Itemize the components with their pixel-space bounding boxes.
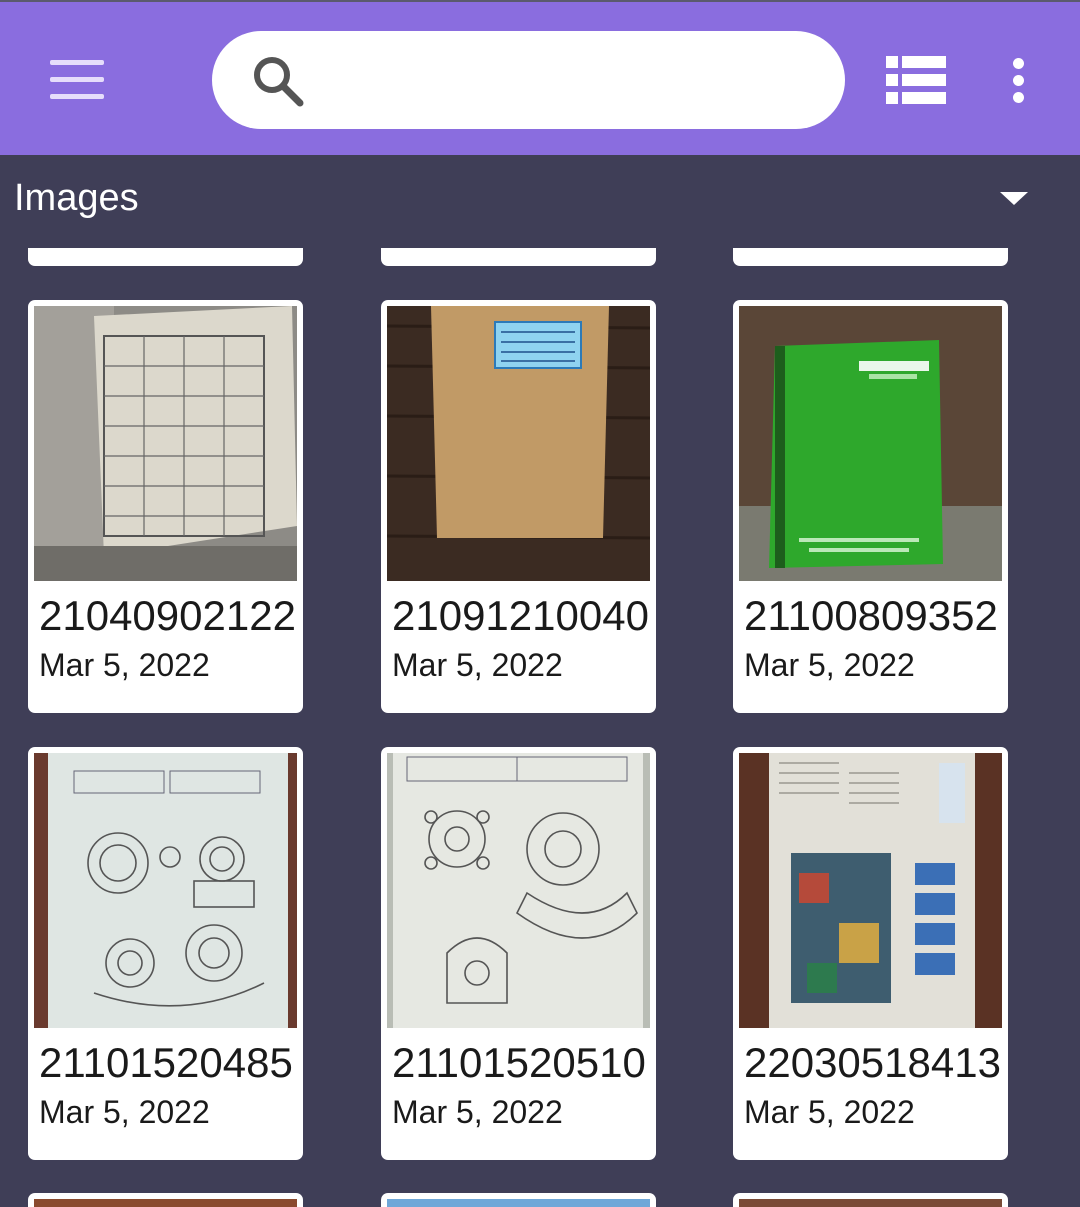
image-date: Mar 5, 2022 (392, 1094, 563, 1130)
image-thumbnail (387, 753, 650, 1028)
image-date: Mar 5, 2022 (39, 647, 210, 683)
image-date: Mar 5, 2022 (744, 647, 915, 683)
image-card-partial[interactable] (733, 248, 1008, 266)
image-name: 21091210040 (392, 592, 649, 639)
image-card[interactable]: 21100809352 Mar 5, 2022 (733, 300, 1008, 713)
image-name: 21101520510 (392, 1039, 646, 1086)
image-card-partial[interactable] (28, 248, 303, 266)
image-grid: 21040902122 Mar 5, 2022 21091210040 Mar (0, 248, 1080, 1207)
image-thumbnail (739, 306, 1002, 581)
image-card-partial[interactable] (28, 1193, 303, 1207)
image-card[interactable]: 21101520510 Mar 5, 2022 (381, 747, 656, 1160)
image-date: Mar 5, 2022 (392, 647, 563, 683)
app-bar (0, 0, 1080, 155)
list-view-icon[interactable] (886, 56, 946, 104)
image-date: Mar 5, 2022 (39, 1094, 210, 1130)
image-name: 21101520485 (39, 1039, 293, 1086)
image-card-partial[interactable] (381, 248, 656, 266)
search-input[interactable] (322, 56, 816, 106)
image-card-partial[interactable] (381, 1193, 656, 1207)
search-bar[interactable] (212, 31, 845, 129)
image-thumbnail (34, 753, 297, 1028)
hamburger-menu-icon[interactable] (50, 60, 104, 100)
image-thumbnail (739, 753, 1002, 1028)
image-thumbnail (387, 306, 650, 581)
arrow-drop-down-icon[interactable] (998, 188, 1030, 208)
image-name: 21040902122 (39, 592, 296, 639)
image-name: 22030518413 (744, 1039, 1001, 1086)
search-icon[interactable] (250, 53, 306, 109)
image-card[interactable]: 21040902122 Mar 5, 2022 (28, 300, 303, 713)
image-card[interactable]: 22030518413 Mar 5, 2022 (733, 747, 1008, 1160)
image-card[interactable]: 21101520485 Mar 5, 2022 (28, 747, 303, 1160)
more-vert-icon[interactable] (1008, 56, 1030, 104)
image-card-partial[interactable] (733, 1193, 1008, 1207)
image-card[interactable]: 21091210040 Mar 5, 2022 (381, 300, 656, 713)
image-date: Mar 5, 2022 (744, 1094, 915, 1130)
section-title: Images (14, 177, 139, 219)
image-thumbnail (34, 306, 297, 581)
section-header[interactable]: Images (0, 155, 1080, 245)
image-name: 21100809352 (744, 592, 998, 639)
